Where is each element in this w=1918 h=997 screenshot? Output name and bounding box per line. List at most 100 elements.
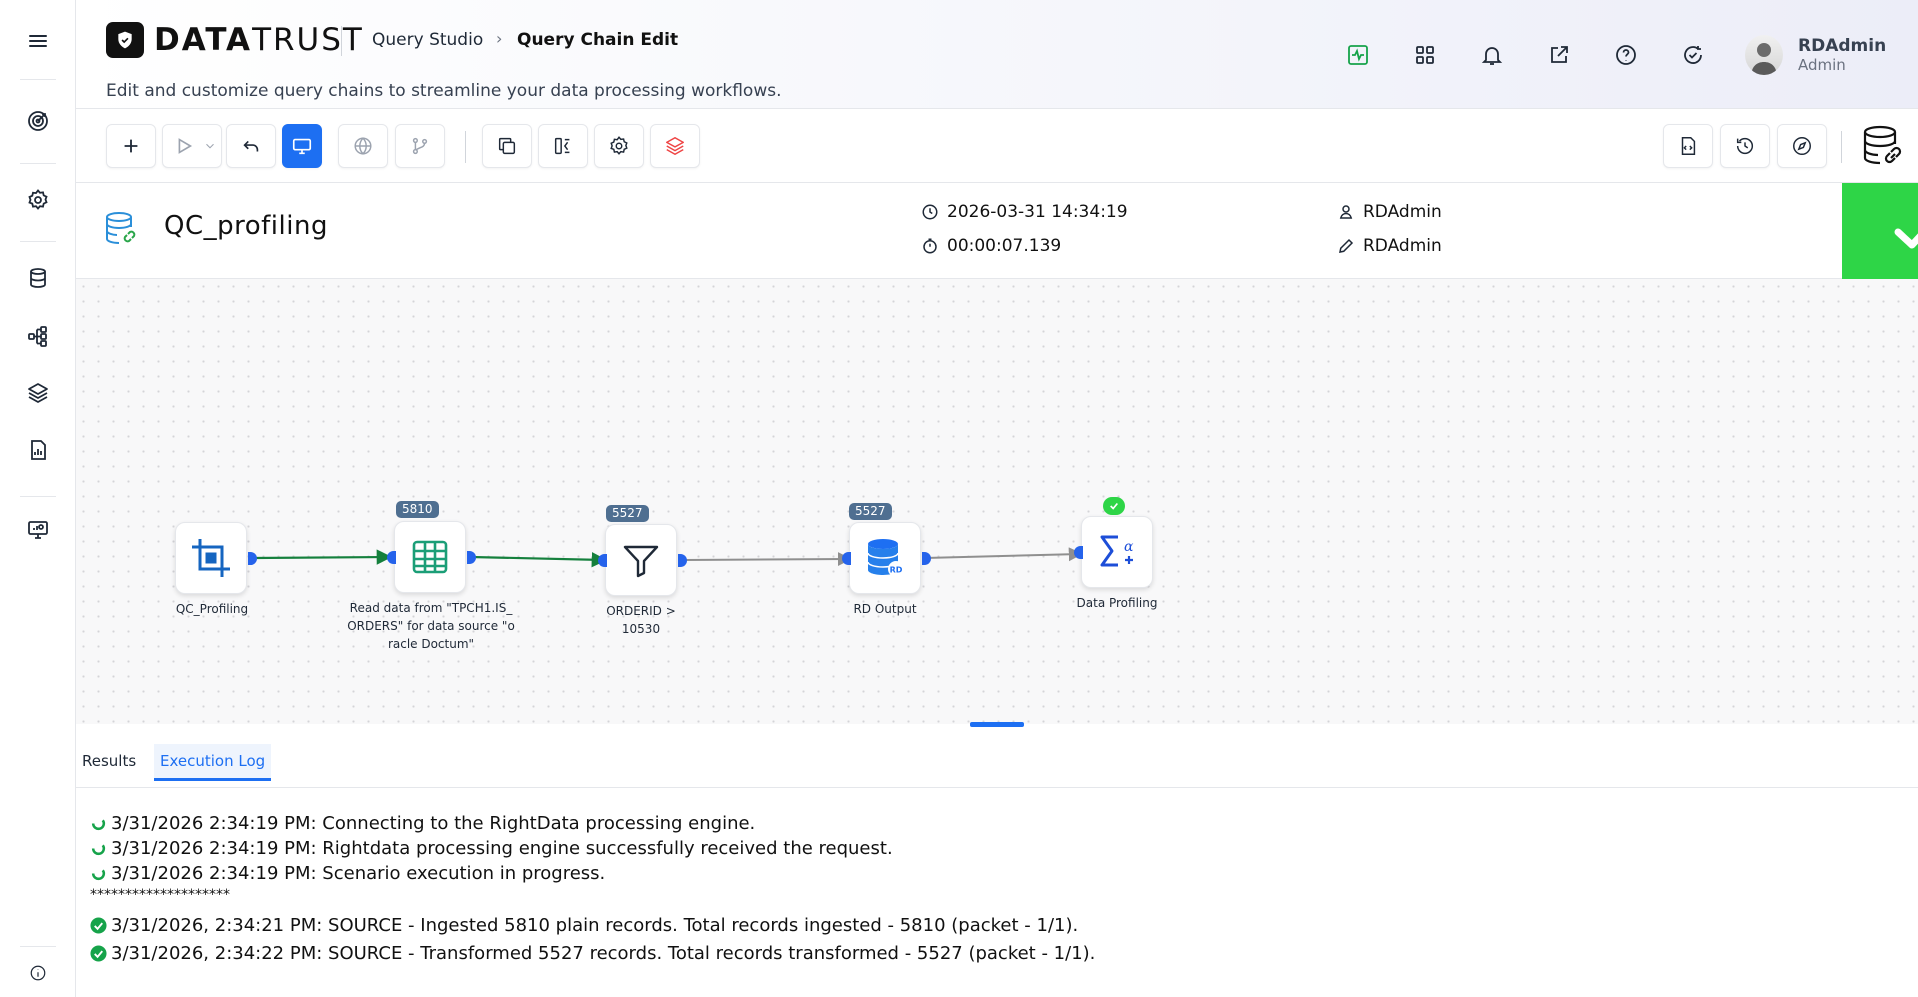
log-line: 3/31/2026 2:34:19 PM: Scenario execution… [90,863,605,884]
node-port-in[interactable] [598,554,607,567]
edges-layer [250,547,1083,568]
svg-text:α: α [1124,539,1134,555]
layers-icon[interactable] [24,379,52,407]
panel-resize-handle[interactable] [970,722,1024,727]
globe-button[interactable] [338,124,388,168]
record-count-badge: 5527 [606,505,649,522]
log-line: 3/31/2026 2:34:19 PM: Connecting to the … [90,813,755,834]
toolbar-divider [465,131,466,163]
info-icon[interactable] [24,959,52,987]
filter-icon [623,545,659,578]
node-qc-profiling[interactable] [175,522,247,594]
grid-icon[interactable] [1412,42,1438,68]
log-line-text: ******************** [90,887,230,903]
sidebar-divider [20,946,56,947]
log-line: ******************** [90,887,230,903]
tab-results[interactable]: Results [76,744,142,778]
user-name[interactable]: RDAdmin [1798,36,1886,56]
report-icon[interactable] [24,436,52,464]
check-icon [1894,228,1918,249]
log-line-text: 3/31/2026 2:34:19 PM: Connecting to the … [111,813,756,834]
sidebar-divider [20,163,56,164]
help-icon[interactable] [1613,42,1639,68]
query-chain-icon [102,209,142,249]
crop-icon [192,539,230,577]
menu-icon[interactable] [24,27,52,55]
target-icon[interactable] [24,107,52,135]
log-line-text: 3/31/2026 2:34:19 PM: Scenario execution… [111,863,606,884]
node-label: Read data from "TPCH1.IS_ ORDERS" for da… [347,601,515,651]
monitor-view-button[interactable] [282,124,322,168]
node-port-in[interactable] [387,551,396,564]
breadcrumb-chevron-icon: › [496,29,503,48]
undo-button[interactable] [226,124,276,168]
avatar[interactable] [1745,35,1783,75]
activity-icon[interactable] [1345,42,1371,68]
edge-3[interactable] [683,552,852,567]
history-button[interactable] [1720,124,1770,168]
status-badge [1842,183,1918,279]
user-role: Admin [1798,56,1846,74]
query-chain-canvas[interactable]: QC_Profiling 5810 Read data from "TPCH1.… [76,279,1918,724]
check-circle-icon [90,945,107,962]
compass-button[interactable] [1777,124,1827,168]
log-line: 3/31/2026, 2:34:22 PM: SOURCE - Transfor… [90,943,1095,964]
add-button[interactable] [106,124,156,168]
header-divider [341,26,342,56]
refresh-check-icon[interactable] [1680,42,1706,68]
node-read-data[interactable] [394,521,466,593]
duration-value: 00:00:07.139 [947,236,1062,256]
node-port-in[interactable] [842,552,851,565]
sidebar [0,0,76,997]
toolbar [76,109,1918,183]
query-info-bar: QC_profiling 2026-03-31 14:34:19 00:00:0… [76,183,1918,279]
progress-icon [91,844,106,856]
pencil-icon [1339,238,1354,253]
breadcrumb-current: Query Chain Edit [517,30,679,50]
progress-icon [91,869,106,881]
database-link-icon[interactable] [1860,123,1906,169]
hierarchy-icon[interactable] [24,322,52,350]
modified-by: RDAdmin [1337,236,1442,256]
edge-4[interactable] [924,547,1083,562]
sigma-alpha-icon: α [1100,535,1134,567]
logo-text: DATATRUST [154,22,364,58]
external-link-icon[interactable] [1546,42,1572,68]
log-line: 3/31/2026 2:34:19 PM: Rightdata processi… [90,838,893,859]
progress-icon [91,819,106,831]
document-code-button[interactable] [1663,124,1713,168]
node-label: QC_Profiling [175,602,249,616]
duration: 00:00:07.139 [921,236,1061,256]
sidebar-divider [20,241,56,242]
sidebar-divider [20,79,56,80]
success-badge [1103,497,1125,515]
branch-button[interactable] [395,124,445,168]
page-title: QC_profiling [164,211,328,241]
monitor-icon[interactable] [24,516,52,544]
run-time-value: 2026-03-31 14:34:19 [947,202,1128,222]
bell-icon[interactable] [1479,42,1505,68]
node-port-in[interactable] [1074,546,1083,559]
modified-by-value: RDAdmin [1363,236,1442,256]
node-data-profiling[interactable]: α [1081,516,1153,588]
copy-button[interactable] [482,124,532,168]
page-header: DATATRUST Query Studio › Query Chain Edi… [76,0,1918,109]
split-button[interactable] [538,124,588,168]
node-filter[interactable] [605,524,677,596]
breadcrumb-parent[interactable]: Query Studio [372,30,483,50]
run-button[interactable] [162,124,222,168]
stack-button[interactable] [650,124,700,168]
stopwatch-icon [923,238,937,254]
edge-1[interactable] [250,549,393,565]
database-icon[interactable] [24,264,52,292]
edge-2[interactable] [470,552,608,568]
page-subtitle: Edit and customize query chains to strea… [106,81,782,101]
logo-icon[interactable] [106,22,144,58]
tab-execution-log[interactable]: Execution Log [154,744,272,781]
node-rd-output[interactable]: RD [849,522,921,594]
sidebar-divider [20,496,56,497]
settings-icon[interactable] [24,186,52,214]
check-icon [1110,502,1118,510]
chevron-down-icon[interactable] [203,139,217,153]
gear-button[interactable] [594,124,644,168]
